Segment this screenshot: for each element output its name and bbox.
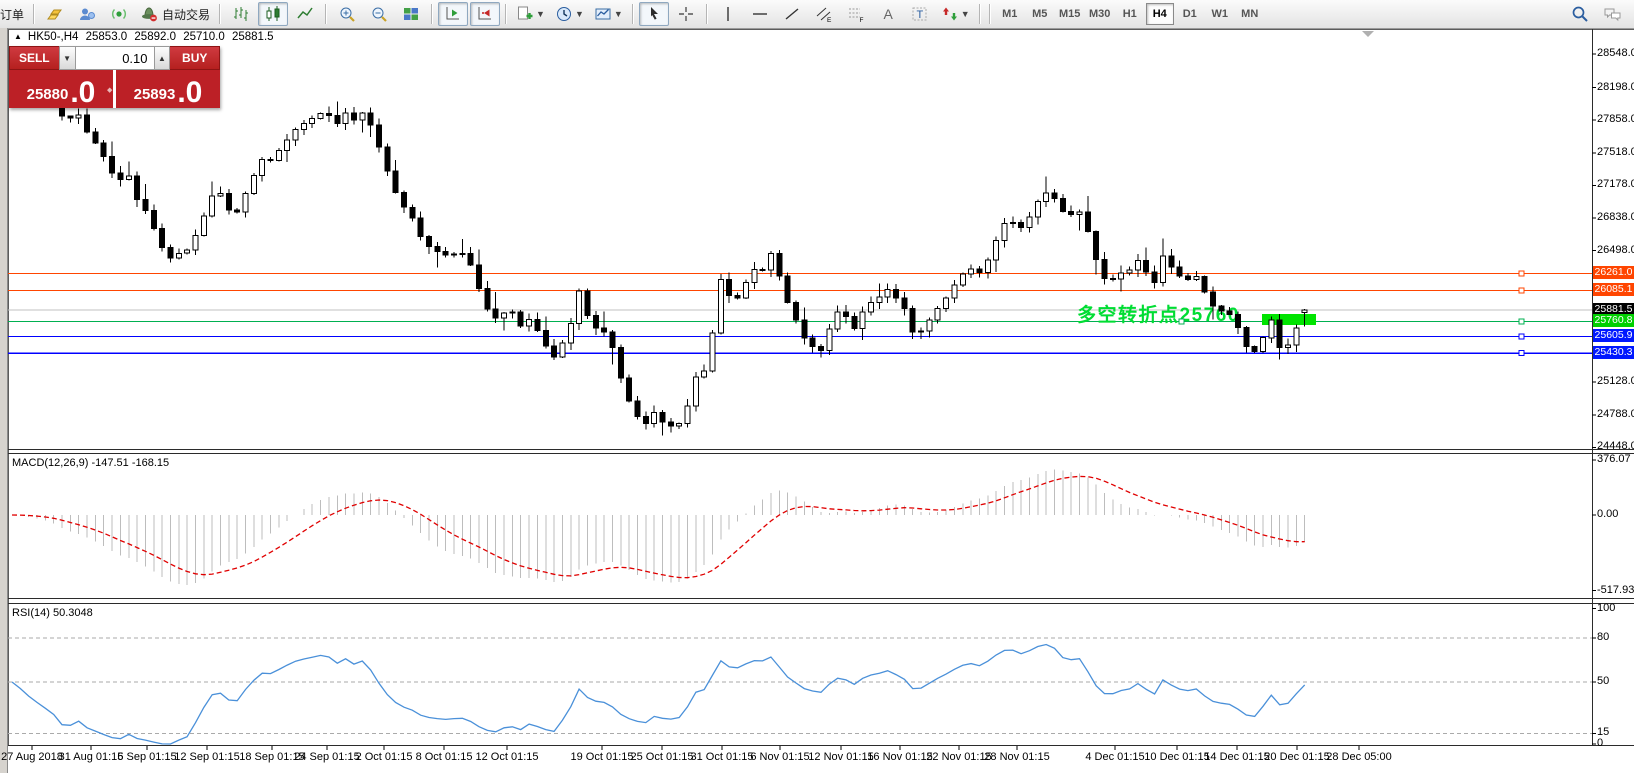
price-tick-label: 27518.0	[1597, 146, 1634, 158]
close-value: 25881.5	[231, 31, 274, 43]
level-price-label: 25605.9	[1593, 329, 1634, 342]
chart-canvas[interactable]: 多空转折点25760	[0, 0, 1634, 773]
price-tick-label: 27178.0	[1597, 178, 1634, 190]
macd-histogram	[19, 469, 1306, 585]
macd-tick-label: -517.93	[1597, 584, 1634, 596]
price-tick-label: 24788.0	[1597, 408, 1634, 420]
price-tick-label: 28198.0	[1597, 81, 1634, 93]
high-value: 25892.0	[134, 31, 176, 43]
symbol-period: HK50-,H4	[27, 31, 79, 43]
rsi-label: RSI(14) 50.3048	[12, 607, 93, 619]
level-price-label: 25430.3	[1593, 346, 1634, 359]
horizontal-level-lines[interactable]	[8, 272, 1592, 354]
price-tick-label: 26498.0	[1597, 244, 1634, 256]
rsi-tick-label: 50	[1597, 675, 1610, 687]
rsi-line	[11, 643, 1306, 745]
spread-marker-icon: ◆	[107, 87, 113, 94]
price-tick-label: 25128.0	[1597, 375, 1634, 387]
time-tick-label: 28 Dec 05:00	[1326, 751, 1392, 763]
price-tick-label: 24448.0	[1597, 440, 1634, 452]
level-price-label: 26085.1	[1593, 283, 1634, 296]
shift-marker-icon[interactable]	[1362, 31, 1374, 37]
buy-button[interactable]: BUY	[170, 46, 220, 70]
time-tick-label: 28 Nov 01:15	[984, 751, 1050, 763]
mt4-window: { "toolbar": { "order_label": "订单", "aut…	[0, 0, 1634, 773]
macd-tick-label: 0.00	[1597, 508, 1619, 520]
level-price-label: 25760.8	[1593, 314, 1634, 327]
price-tick-label: 27858.0	[1597, 113, 1634, 125]
buy-price[interactable]: 25893.0	[116, 70, 220, 108]
volume-input[interactable]	[75, 46, 154, 70]
rsi-tick-label: 80	[1597, 631, 1610, 643]
sell-button[interactable]: SELL	[9, 46, 59, 70]
sell-price[interactable]: 25880.0	[9, 70, 116, 108]
axis-tick-marks	[31, 53, 1596, 750]
price-tick-label: 26838.0	[1597, 211, 1634, 223]
level-price-label: 26261.0	[1593, 266, 1634, 279]
rsi-tick-label: 0	[1597, 737, 1604, 749]
ohlc-info-bar: ▲ HK50-,H4 25853.0 25892.0 25710.0 25881.…	[14, 31, 278, 43]
rsi-tick-label: 100	[1597, 602, 1616, 614]
low-value: 25710.0	[183, 31, 225, 43]
one-click-trading-panel: SELL ▼ ▲ BUY 25880.0 25893.0 ◆	[9, 46, 220, 108]
time-tick-label: 12 Oct 01:15	[475, 751, 539, 763]
open-value: 25853.0	[85, 31, 128, 43]
price-tick-label: 28548.0	[1597, 47, 1634, 59]
volume-increase-button[interactable]: ▲	[153, 46, 171, 70]
macd-tick-label: 376.07	[1597, 453, 1631, 465]
macd-label: MACD(12,26,9) -147.51 -168.15	[12, 457, 170, 469]
macd-signal-line	[11, 475, 1305, 579]
collapse-icon[interactable]: ▲	[14, 32, 22, 41]
volume-decrease-button[interactable]: ▼	[58, 46, 76, 70]
